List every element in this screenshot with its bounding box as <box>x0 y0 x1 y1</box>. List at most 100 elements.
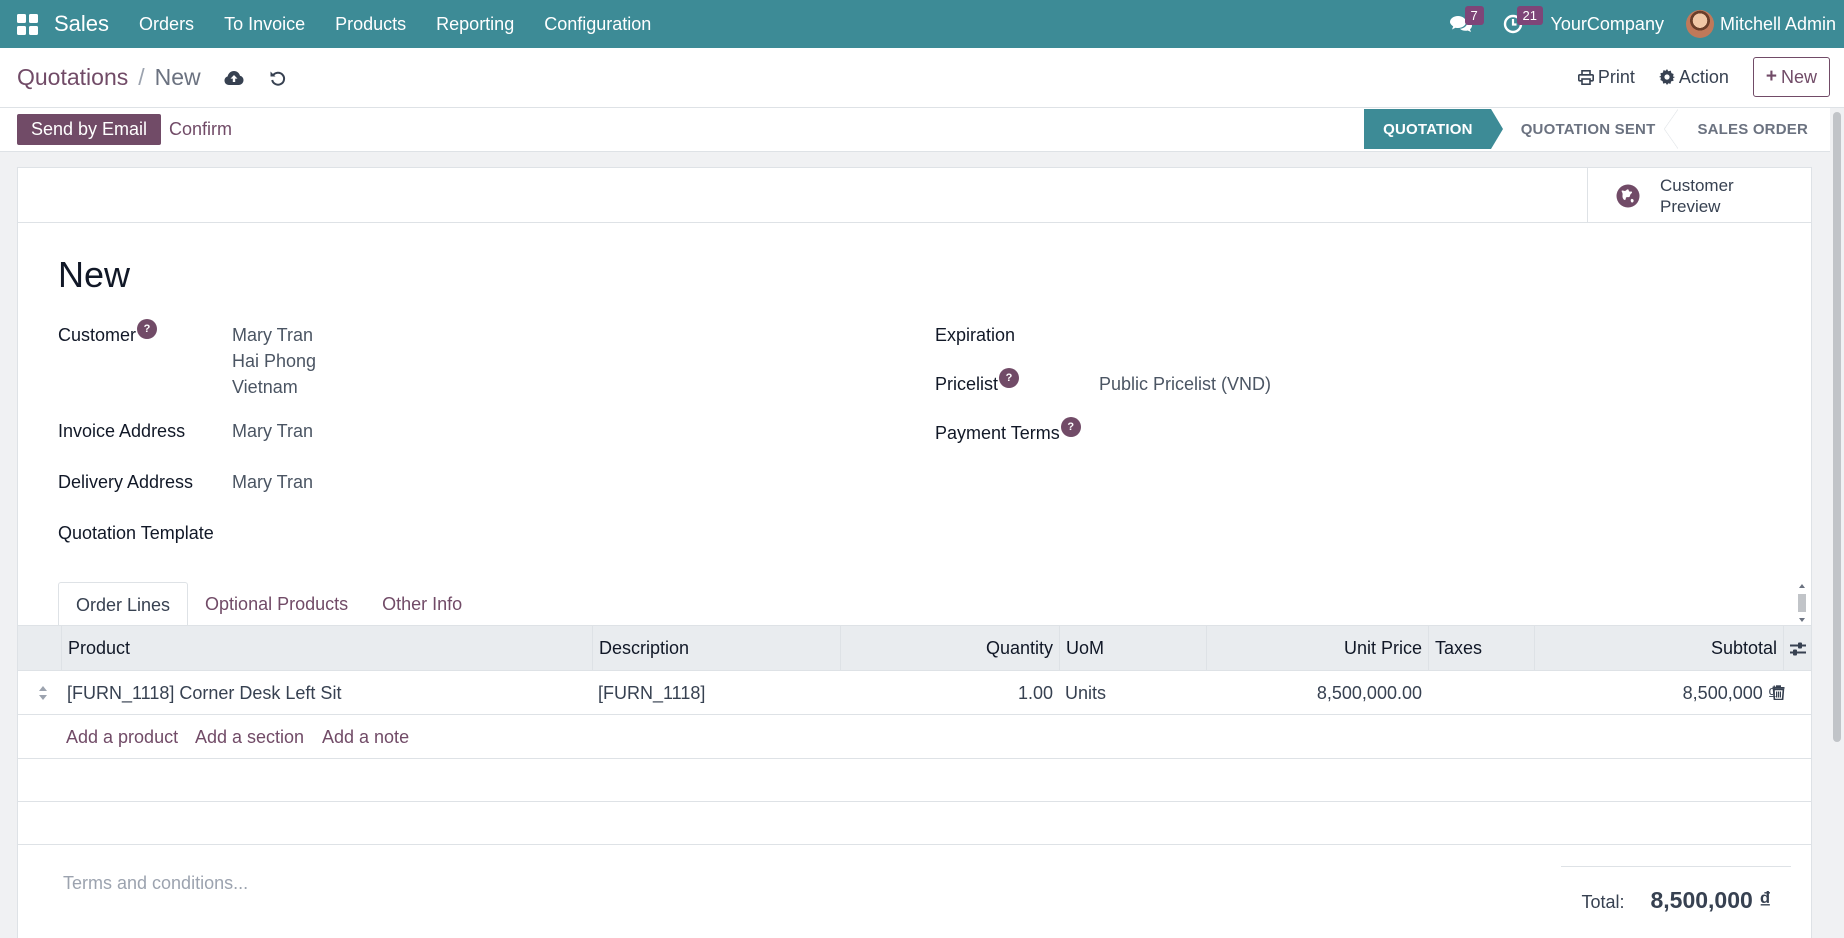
invoice-address-label: Invoice Address <box>58 421 186 441</box>
confirm-button[interactable]: Confirm <box>169 114 232 145</box>
invoice-address-field[interactable]: Mary Tran <box>232 418 313 444</box>
main-menu: Orders To Invoice Products Reporting Con… <box>124 0 666 48</box>
control-actions: Print Action + New <box>1577 57 1844 97</box>
order-lines-table: Product Description Quantity UoM Unit Pr… <box>18 625 1811 845</box>
total-label: Total: <box>1581 892 1625 912</box>
row-product[interactable]: [FURN_1118] Corner Desk Left Sit <box>61 671 592 715</box>
payment-terms-label: Payment Terms? <box>935 417 1081 444</box>
smart-button-box: Customer Preview <box>18 168 1811 223</box>
customer-preview-button[interactable]: Customer Preview <box>1587 168 1811 223</box>
messages-button[interactable]: 7 <box>1441 0 1484 48</box>
stage-quotation[interactable]: QUOTATION <box>1364 109 1503 149</box>
column-subtotal[interactable]: Subtotal <box>1534 626 1783 671</box>
record-title: New <box>58 254 131 295</box>
gear-icon <box>1658 69 1675 85</box>
company-switcher[interactable]: YourCompany <box>1551 14 1664 35</box>
total-value: 8,500,000 ₫ <box>1650 887 1771 913</box>
menu-reporting[interactable]: Reporting <box>421 0 529 48</box>
stage-sales-order[interactable]: SALES ORDER <box>1675 109 1826 149</box>
action-label: Action <box>1678 66 1729 87</box>
empty-row <box>18 802 1811 845</box>
row-description[interactable]: [FURN_1118] <box>592 671 840 715</box>
pricelist-label: Pricelist? <box>935 368 1020 395</box>
scrollbar-thumb[interactable] <box>1833 112 1841 742</box>
notebook-tabs: Order Lines Optional Products Other Info <box>58 582 479 626</box>
messages-count-badge: 7 <box>1464 6 1484 25</box>
quotation-template-field[interactable] <box>232 520 832 546</box>
row-uom[interactable]: Units <box>1059 671 1206 715</box>
table-header: Product Description Quantity UoM Unit Pr… <box>18 625 1811 671</box>
app-brand[interactable]: Sales <box>54 11 124 37</box>
column-description[interactable]: Description <box>592 626 840 671</box>
row-taxes[interactable] <box>1428 671 1534 715</box>
page-scrollbar[interactable] <box>1830 108 1844 938</box>
grid-icon <box>16 13 38 35</box>
menu-products[interactable]: Products <box>320 0 421 48</box>
row-subtotal: 8,500,000 ₫ <box>1682 683 1777 703</box>
row-quantity[interactable]: 1.00 <box>840 671 1059 715</box>
app-menu-button[interactable] <box>0 0 54 48</box>
control-panel: Quotations / New Print Action + New <box>0 48 1844 108</box>
print-button[interactable]: Print <box>1577 67 1635 88</box>
expiration-label: Expiration <box>935 325 1016 345</box>
customer-preview-label: Customer Preview <box>1660 175 1734 216</box>
payment-terms-help-icon[interactable]: ? <box>1060 417 1081 437</box>
column-quantity[interactable]: Quantity <box>840 626 1059 671</box>
breadcrumb-current: New <box>154 64 201 90</box>
row-unit-price[interactable]: 8,500,000.00 <box>1206 671 1428 715</box>
optional-columns-toggle[interactable] <box>1783 626 1811 671</box>
customer-help-icon[interactable]: ? <box>137 319 158 339</box>
pricelist-label-text: Pricelist <box>935 374 999 394</box>
menu-to-invoice[interactable]: To Invoice <box>209 0 320 48</box>
pricelist-field[interactable]: Public Pricelist (VND) <box>1099 371 1271 397</box>
column-unit-price[interactable]: Unit Price <box>1206 626 1428 671</box>
tab-other-info[interactable]: Other Info <box>365 582 479 626</box>
tab-optional-products[interactable]: Optional Products <box>188 582 365 626</box>
action-button[interactable]: Action <box>1658 66 1729 88</box>
print-icon <box>1577 69 1594 85</box>
customer-label: Customer? <box>58 319 158 346</box>
trash-icon[interactable] <box>1772 685 1785 700</box>
customer-country: Vietnam <box>232 377 298 397</box>
navbar-systray: 7 21 YourCompany Mitchell Admin <box>1441 0 1844 48</box>
cloud-upload-icon <box>224 70 244 85</box>
menu-orders[interactable]: Orders <box>124 0 209 48</box>
column-taxes[interactable]: Taxes <box>1428 626 1534 671</box>
user-menu[interactable]: Mitchell Admin <box>1720 14 1836 35</box>
new-button[interactable]: + New <box>1752 57 1830 97</box>
customer-field[interactable]: Mary Tran Hai Phong Vietnam <box>232 322 316 400</box>
menu-configuration[interactable]: Configuration <box>529 0 666 48</box>
new-label: New <box>1780 66 1817 87</box>
stage-quotation-sent[interactable]: QUOTATION SENT <box>1491 109 1679 149</box>
tabs-scrollbar[interactable] <box>1797 583 1807 623</box>
totals-summary: Total: 8,500,000 ₫ <box>1561 866 1791 914</box>
activities-button[interactable]: 21 <box>1493 0 1544 48</box>
add-product-link[interactable]: Add a product <box>66 715 178 759</box>
column-uom[interactable]: UoM <box>1059 626 1206 671</box>
sliders-icon <box>1789 642 1806 655</box>
quotation-template-label: Quotation Template <box>58 523 214 543</box>
breadcrumb-separator: / <box>138 64 145 90</box>
delivery-address-field[interactable]: Mary Tran <box>232 469 313 495</box>
top-navbar: Sales Orders To Invoice Products Reporti… <box>0 0 1844 48</box>
drag-handle-icon[interactable] <box>38 685 48 701</box>
payment-terms-label-text: Payment Terms <box>935 423 1060 443</box>
save-button[interactable] <box>223 67 245 89</box>
customer-label-text: Customer <box>58 325 137 345</box>
send-by-email-button[interactable]: Send by Email <box>17 114 162 145</box>
discard-button[interactable] <box>267 67 289 89</box>
tab-order-lines[interactable]: Order Lines <box>58 582 189 626</box>
column-product[interactable]: Product <box>61 626 592 671</box>
plus-icon: + <box>1765 66 1777 87</box>
user-avatar[interactable] <box>1685 10 1714 38</box>
terms-and-conditions-field[interactable]: Terms and conditions... <box>63 873 248 894</box>
pricelist-help-icon[interactable]: ? <box>999 368 1020 388</box>
add-section-link[interactable]: Add a section <box>195 715 304 759</box>
breadcrumb: Quotations / New <box>17 64 289 91</box>
add-note-link[interactable]: Add a note <box>322 715 409 759</box>
expiration-field[interactable] <box>1099 322 1699 348</box>
payment-terms-field[interactable] <box>1099 420 1699 446</box>
breadcrumb-quotations[interactable]: Quotations <box>17 64 128 91</box>
table-row[interactable]: [FURN_1118] Corner Desk Left Sit [FURN_1… <box>18 671 1811 715</box>
add-line-row: Add a product Add a section Add a note <box>18 715 1811 759</box>
